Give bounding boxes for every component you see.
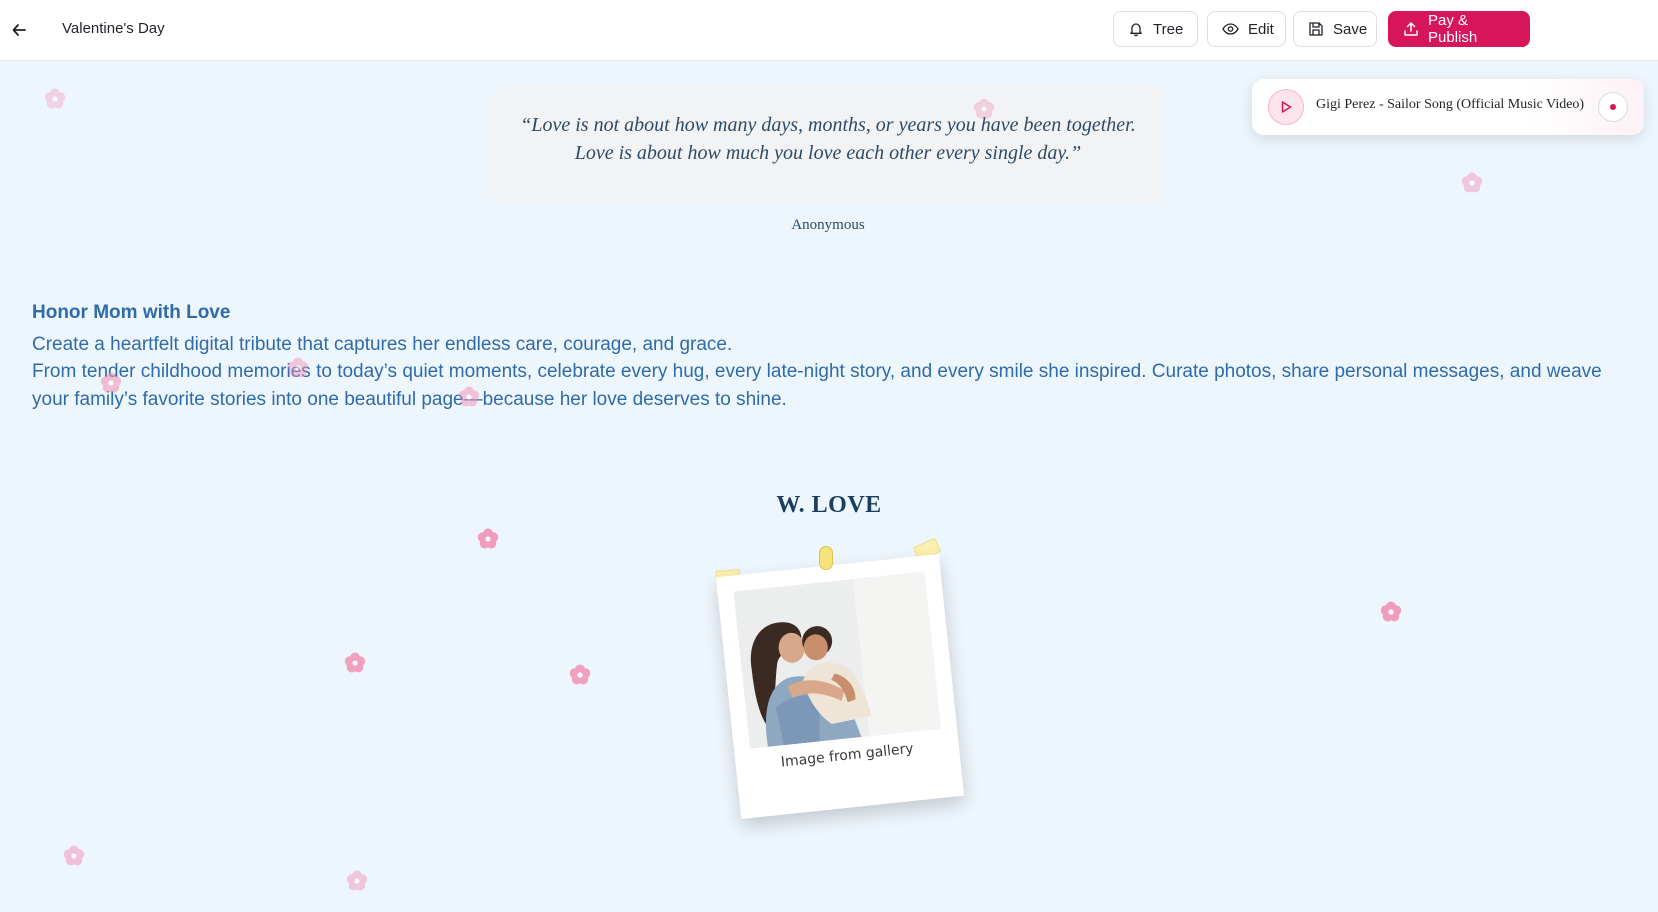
play-button[interactable] (1268, 89, 1304, 125)
flower-icon (477, 528, 499, 550)
edit-button[interactable]: Edit (1207, 11, 1286, 47)
play-icon (1281, 101, 1292, 113)
polaroid-photo-card[interactable]: Image from gallery (715, 553, 965, 820)
save-button-label: Save (1333, 20, 1368, 38)
tribute-heading: Honor Mom with Love (32, 302, 231, 323)
top-bar: Valentine's Day Tree Edit Save Pay & Pub… (0, 0, 1658, 61)
flower-icon (569, 664, 591, 686)
page-title: Valentine's Day (62, 20, 165, 37)
flower-icon (458, 386, 480, 408)
flower-icon (63, 845, 85, 867)
pay-publish-button-label: Pay & Publish (1428, 12, 1478, 46)
flower-icon (1461, 172, 1483, 194)
flower-icon (973, 98, 995, 120)
floppy-disk-icon (1309, 22, 1323, 36)
tree-button-label: Tree (1153, 20, 1184, 38)
flower-icon (100, 372, 122, 394)
edit-button-label: Edit (1248, 20, 1274, 38)
quote-line-1: “Love is not about how many days, months… (520, 114, 1136, 136)
back-arrow-icon[interactable] (6, 18, 32, 42)
flower-icon (287, 357, 309, 379)
pay-publish-button[interactable]: Pay & Publish (1388, 11, 1530, 47)
quote-author: Anonymous (791, 217, 865, 233)
save-button[interactable]: Save (1293, 11, 1377, 47)
music-player: Gigi Perez - Sailor Song (Official Music… (1252, 79, 1644, 135)
flower-icon (346, 870, 368, 892)
upload-icon (1404, 22, 1418, 36)
song-title: Gigi Perez - Sailor Song (Official Music… (1316, 97, 1585, 112)
record-button[interactable] (1598, 92, 1628, 122)
flower-icon (1380, 601, 1402, 623)
eye-icon (1222, 23, 1239, 35)
flower-icon (344, 652, 366, 674)
record-dot-icon (1610, 104, 1616, 110)
gallery-heading: W. LOVE (776, 492, 882, 518)
tribute-line-2: From tender childhood memories to today’… (32, 361, 1602, 410)
tribute-line-1: Create a heartfelt digital tribute that … (32, 334, 733, 355)
gallery-photo (733, 571, 941, 749)
quote-line-2: Love is about how much you love each oth… (574, 142, 1082, 164)
bell-icon (1130, 23, 1142, 37)
pin-icon (819, 546, 833, 570)
tree-button[interactable]: Tree (1113, 11, 1198, 47)
flower-icon (44, 88, 66, 110)
quote-text: “Love is not about how many days, months… (492, 111, 1164, 167)
